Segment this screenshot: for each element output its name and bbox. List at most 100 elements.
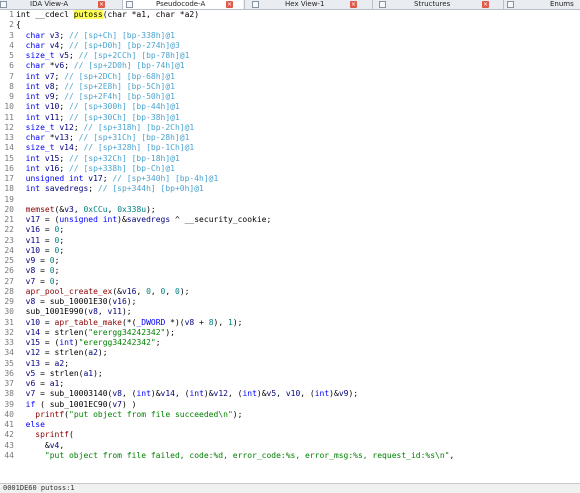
tab-label: Pseudocode-A [156,0,206,8]
code-token: ; [59,112,69,122]
code-text[interactable]: char v4; // [sp+D0h] [bp-274h]@3 [16,41,180,51]
code-text[interactable]: v13 = a2; [16,359,69,369]
tab-pseudocode[interactable]: Pseudocode-A × [123,0,243,9]
code-token: if [16,399,36,409]
code-text[interactable]: int __cdecl putoss(char *a1, char *a2) [16,10,199,20]
code-text[interactable]: size_t v5; // [sp+2CCh] [bp-78h]@1 [16,51,190,61]
code-token: int [16,184,45,194]
code-token: )& [329,389,339,399]
close-icon[interactable]: × [350,1,357,8]
code-token: , [165,286,176,296]
code-text[interactable]: v14 = strlen("erergg34242342"); [16,328,175,338]
code-text[interactable]: char v3; // [sp+Ch] [bp-338h]@1 [16,31,175,41]
code-text[interactable]: v7 = 0; [16,276,60,287]
code-text[interactable]: size_t v14; // [sp+328h] [bp-1Ch]@1 [16,143,195,153]
code-token: sub_1001E990( [16,307,89,317]
code-text[interactable]: sprintf( [16,430,74,440]
tab-label: Hex View-1 [285,0,325,8]
line-number: 31 [4,317,14,327]
code-text[interactable]: memset(&v3, 0xCCu, 0x338u); [16,205,156,215]
code-text[interactable]: if ( sub_1001EC90(v7) ) [16,399,137,410]
code-text[interactable]: sub_1001E990(v8, v11); [16,307,132,317]
code-text[interactable]: v8 = 0; [16,266,60,276]
code-text[interactable]: v11 = 0; [16,236,65,246]
code-token: ; [155,338,161,347]
code-text[interactable]: v10 = apr_table_make(*(_DWORD *)(v8 + 8)… [16,318,243,328]
code-text[interactable]: v16 = 0; [16,225,65,235]
code-text[interactable]: int v11; // [sp+30Ch] [bp-38h]@1 [16,113,180,123]
close-icon[interactable]: × [226,1,233,8]
code-token: v8 [88,307,98,317]
code-text[interactable]: printf("put object from file succeeded\n… [16,410,242,420]
line-number: 15 [4,153,14,163]
code-token: = sub_10001E30( [35,297,113,306]
code-text[interactable]: v8 = sub_10001E30(v16); [16,297,137,307]
code-text[interactable]: int v7; // [sp+2DCh] [bp-68h]@1 [16,72,175,82]
code-text[interactable]: int v16; // [sp+338h] [bp-Ch]@1 [16,164,175,174]
code-text[interactable]: v9 = 0; [16,256,60,266]
code-text[interactable]: int v15; // [sp+32Ch] [bp-18h]@1 [16,154,180,164]
line-number: 25 [4,256,14,265]
code-token: apr_pool_create_ex [25,286,113,296]
code-text[interactable]: int v9; // [sp+2F4h] [bp-50h]@1 [16,92,175,102]
code-token: = [40,358,55,368]
code-text[interactable]: else [16,420,45,430]
pseudocode-icon [126,1,133,8]
code-token: { [16,20,21,30]
code-text[interactable]: int v10; // [sp+300h] [bp-44h]@1 [16,102,180,112]
code-text[interactable]: v5 = strlen(a1); [16,369,103,379]
line-number: 34 [4,348,14,358]
code-text[interactable]: v15 = (int)"erergg34242342"; [16,338,161,348]
code-token: , [449,450,455,460]
pseudocode-editor[interactable]: 1 int __cdecl putoss(char *a1, char *a2) 2… [0,10,580,483]
code-text[interactable]: unsigned int v17; // [sp+340h] [bp-4h]@1 [16,174,219,184]
code-token: ; [54,71,65,81]
code-token: int [59,338,74,347]
code-token: v8 [44,81,55,91]
code-token: v3 [49,30,60,40]
code-token: size_t [16,143,60,153]
code-token: = sub_10003140( [35,389,113,399]
code-token: = [35,276,50,286]
code-token: v4 [49,40,60,50]
code-token: v11 [44,112,60,122]
tab-hex-view[interactable]: Hex View-1 × [250,0,370,9]
line-number: 6 [9,61,14,71]
code-text[interactable]: v12 = strlen(a2); [16,348,108,358]
code-token: v17 [25,215,41,224]
code-token: a1 [49,379,60,388]
code-text[interactable]: char *v13; // [sp+31Ch] [bp-28h]@1 [16,133,190,143]
code-text[interactable]: "put object from file failed, code:%d, e… [16,451,454,461]
code-token: // [sp+318h] [bp-2Ch]@1 [83,122,195,132]
code-token: v13 [25,358,41,368]
code-text[interactable]: int v8; // [sp+2E8h] [bp-5Ch]@1 [16,82,175,92]
code-text[interactable]: apr_pool_create_ex(&v16, 0, 0, 0); [16,286,190,297]
tab-structures[interactable]: Structures × [378,0,502,9]
tab-ida-view[interactable]: IDA View-A × [0,0,122,9]
code-text[interactable]: v6 = a1; [16,379,65,389]
close-icon[interactable]: × [98,1,105,8]
code-text[interactable]: &v4, [16,441,64,451]
line-number: 19 [4,194,14,204]
line-number: 42 [4,430,14,440]
code-text[interactable]: size_t v12; // [sp+318h] [bp-2Ch]@1 [16,122,195,133]
code-text[interactable]: char *v6; // [sp+2D0h] [bp-74h]@1 [16,61,185,71]
code-token: "put object from file succeeded\n" [69,409,233,419]
code-text[interactable]: v10 = 0; [16,246,65,256]
code-token: v9 [338,389,349,399]
close-icon[interactable]: × [482,1,489,8]
code-token: // [sp+328h] [bp-1Ch]@1 [83,143,195,153]
tab-enums[interactable]: Enums [506,0,580,9]
code-text[interactable]: v7 = sub_10003140(v8, (int)&v14, (int)&v… [16,389,358,399]
code-text[interactable]: int savedregs; // [sp+344h] [bp+0h]@1 [16,184,204,194]
code-token: // [sp+340h] [bp-4h]@1 [112,174,219,183]
code-text[interactable]: v17 = (unsigned int)&savedregs ^ __secur… [16,215,272,225]
code-token: savedregs [126,215,171,224]
tab-separator [372,0,373,9]
code-token: ; [54,92,65,101]
code-text[interactable]: { [16,20,21,30]
